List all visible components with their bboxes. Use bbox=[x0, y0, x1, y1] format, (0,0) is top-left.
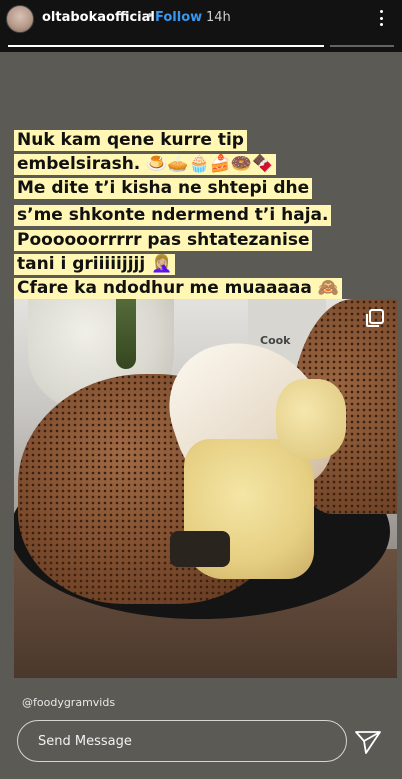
canister-text: Cook bbox=[260, 334, 291, 347]
timestamp: 14h bbox=[206, 10, 231, 25]
more-vertical-icon[interactable] bbox=[374, 10, 388, 26]
caption-line-7: Cfare ka ndodhur me muaaaaa 🙈 bbox=[14, 278, 342, 299]
caption-line-5: Poooooorrrrr pas shtatezanise bbox=[14, 230, 313, 251]
progress-segment-2 bbox=[330, 45, 394, 47]
separator-dot: • bbox=[146, 9, 154, 24]
cake-sponge-slice bbox=[276, 379, 346, 459]
avatar[interactable] bbox=[6, 5, 34, 33]
plant-image bbox=[116, 299, 136, 369]
progress-fill-1 bbox=[8, 45, 324, 47]
caption-line-4: s’me shkonte ndermend t’i haja. bbox=[14, 205, 332, 226]
multiple-posts-icon[interactable] bbox=[366, 309, 384, 327]
caption-line-3: Me dite t’i kisha ne shtepi dhe bbox=[14, 178, 313, 199]
story-viewer: oltabokaofficial • Follow 14h Nuk kam qe… bbox=[0, 0, 402, 779]
paper-plane-icon[interactable] bbox=[354, 729, 382, 755]
mention-tag[interactable]: @foodygramvids bbox=[22, 696, 115, 709]
story-header: oltabokaofficial • Follow 14h bbox=[0, 0, 402, 52]
progress-segment-1 bbox=[8, 45, 324, 47]
crumbs bbox=[170, 531, 230, 567]
send-message-input[interactable] bbox=[17, 720, 347, 762]
caption-line-6: tani i griiiiijjjj 🤦🏼‍♀️ bbox=[14, 254, 176, 275]
shared-post-image[interactable]: Cook bbox=[14, 299, 397, 678]
follow-button[interactable]: Follow bbox=[155, 10, 202, 25]
caption-line-2: embelsirash. 🍮🥧🧁🍰🍩🍫 bbox=[14, 154, 277, 175]
username[interactable]: oltabokaofficial bbox=[42, 10, 155, 25]
caption-line-1: Nuk kam qene kurre tip bbox=[14, 130, 247, 151]
